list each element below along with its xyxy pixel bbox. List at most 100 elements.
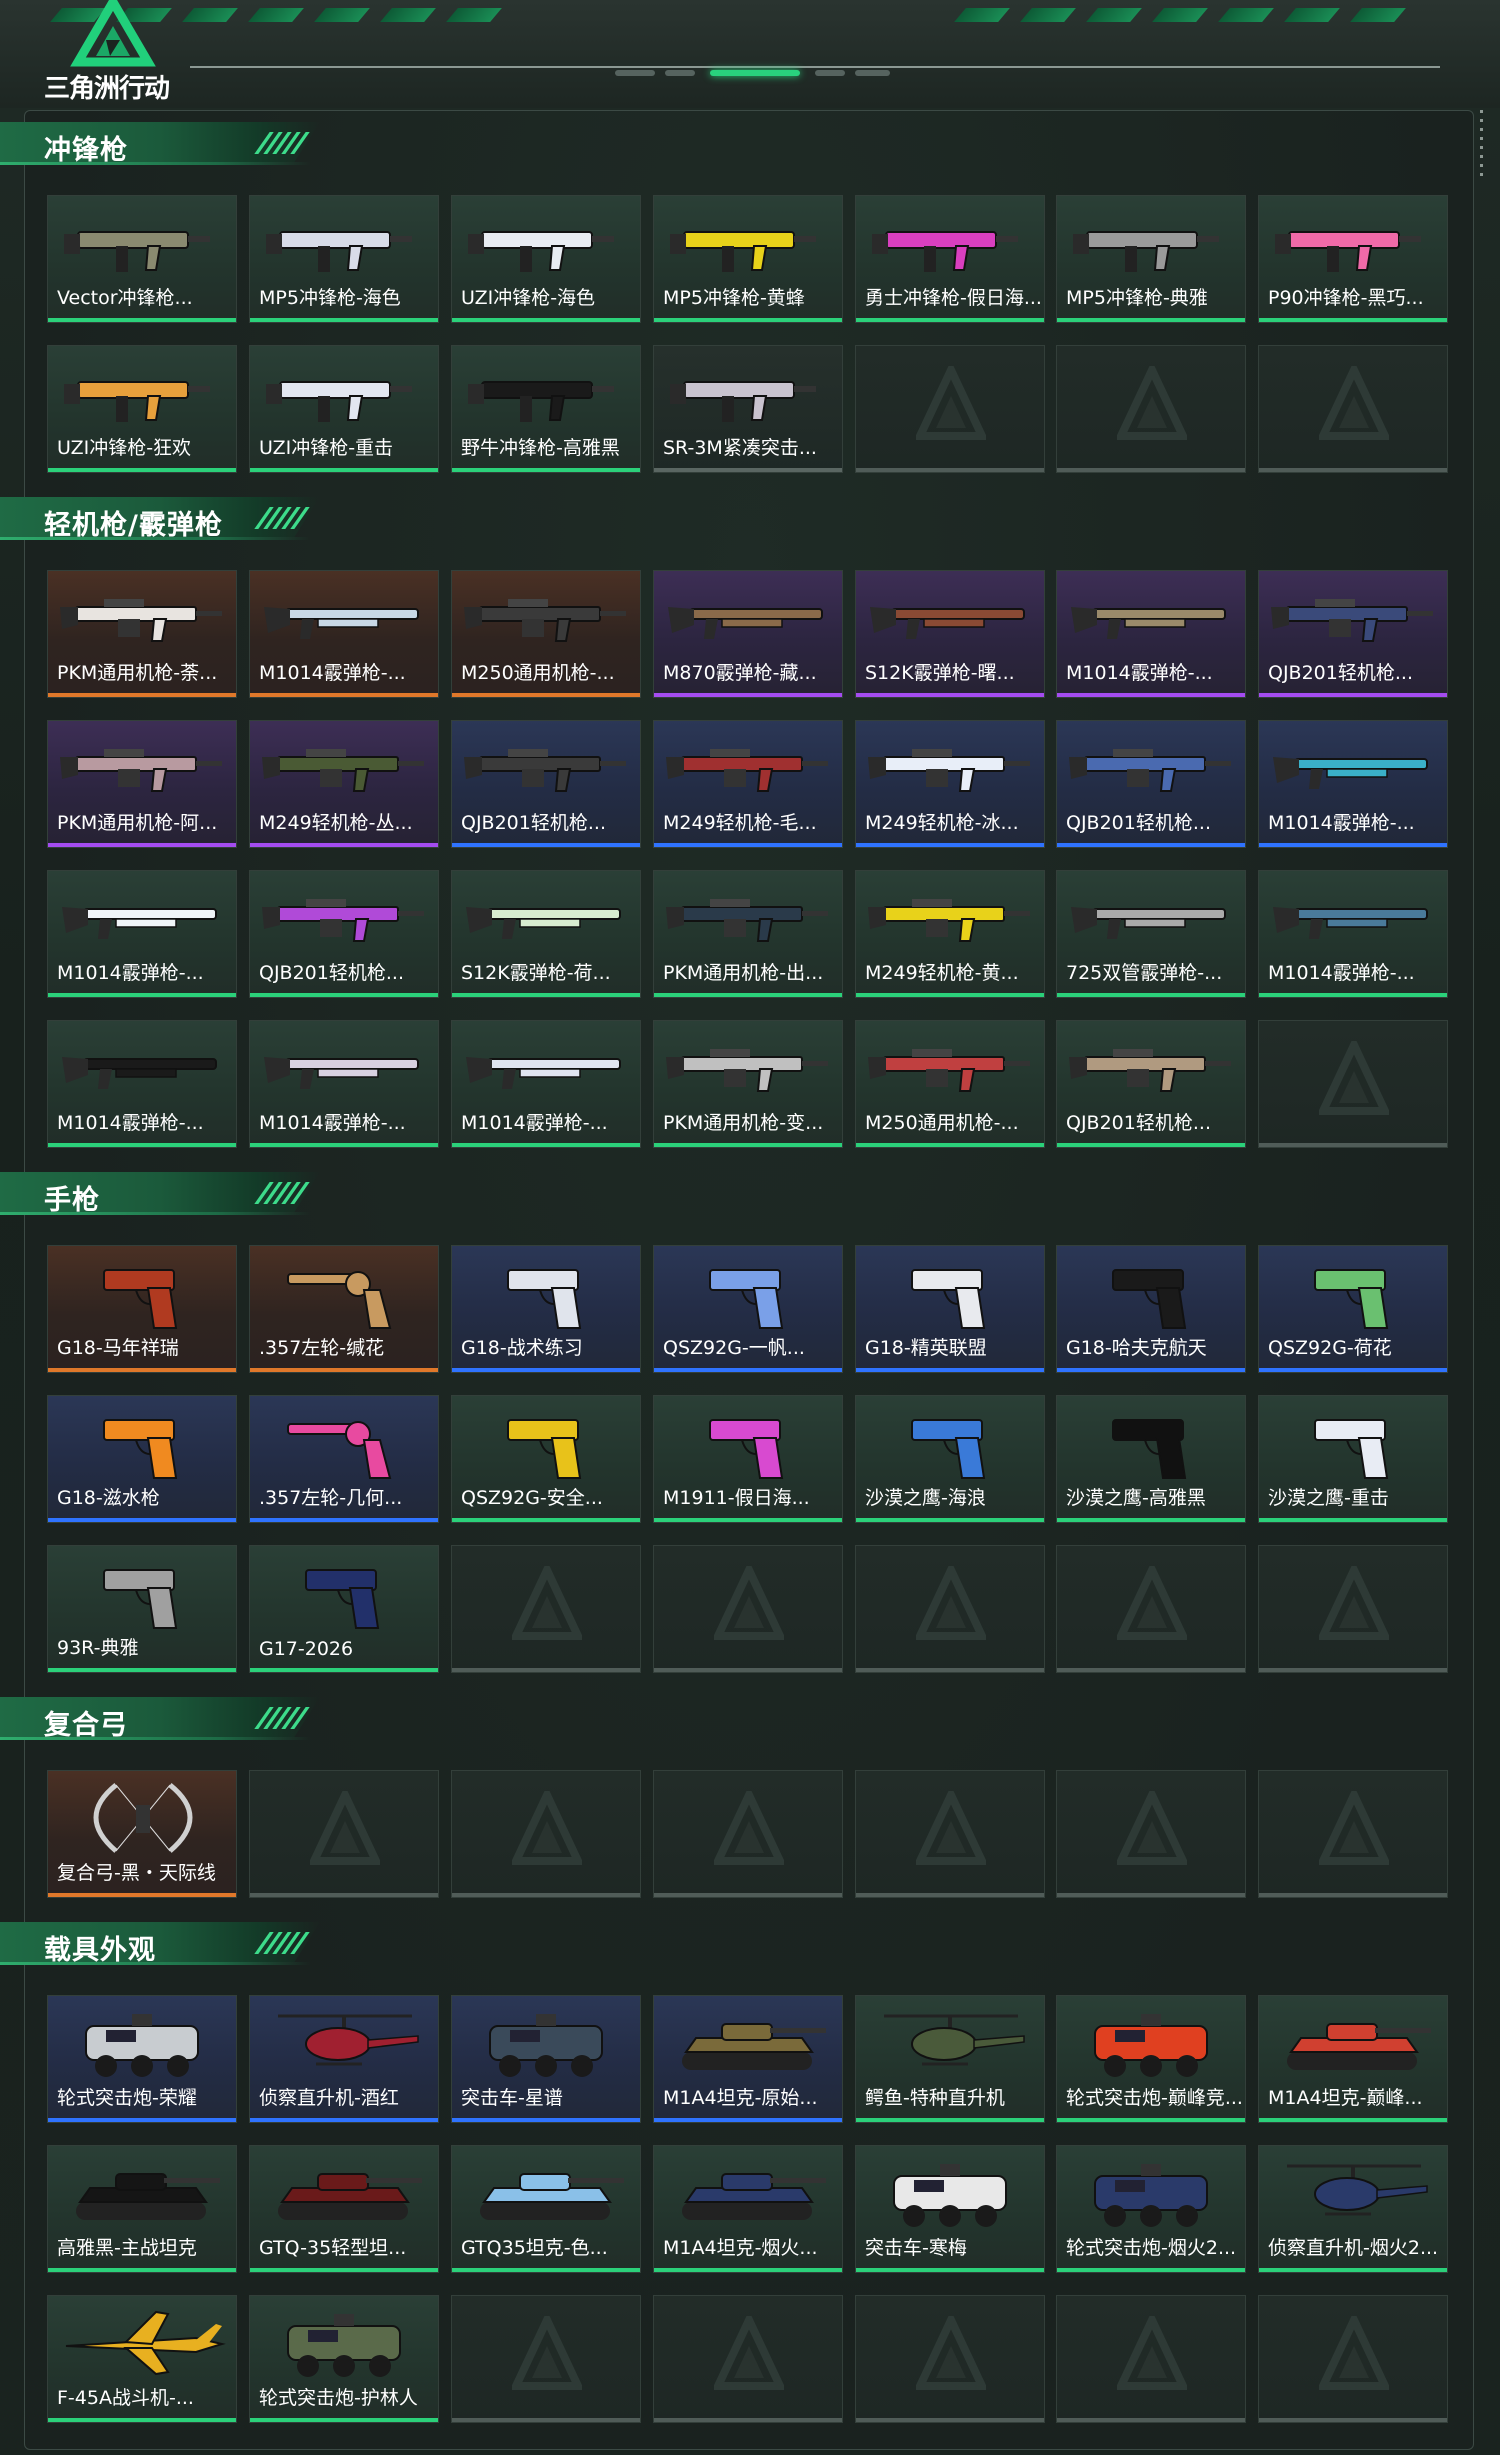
skin-tile[interactable]: .357左轮-缄花 (249, 1245, 439, 1373)
skin-tile[interactable]: M250通用机枪-... (451, 570, 641, 698)
placeholder-logo-icon (1316, 1785, 1392, 1865)
skin-tile[interactable]: 沙漠之鹰-高雅黑 (1056, 1395, 1246, 1523)
skin-tile[interactable]: PKM通用机枪-出... (653, 870, 843, 998)
empty-slot (1056, 345, 1246, 473)
skin-tile[interactable]: M1014霰弹枪-... (1056, 570, 1246, 698)
skin-tile[interactable]: MP5冲锋枪-黄蜂 (653, 195, 843, 323)
skin-tile[interactable]: Vector冲锋枪... (47, 195, 237, 323)
skin-tile[interactable]: S12K霰弹枪-荷... (451, 870, 641, 998)
skin-tile[interactable]: 轮式突击炮-烟火2... (1056, 2145, 1246, 2273)
skin-tile[interactable]: QJB201轻机枪... (1258, 570, 1448, 698)
skin-tile[interactable]: UZI冲锋枪-狂欢 (47, 345, 237, 473)
skin-name: 轮式突击炮-巅峰竞... (1066, 2087, 1241, 2109)
skin-name: GTQ-35轻型坦... (259, 2237, 407, 2259)
skin-tile[interactable]: G18-哈夫克航天 (1056, 1245, 1246, 1373)
skin-tile[interactable]: 轮式突击炮-荣耀 (47, 1995, 237, 2123)
scroll-indicator[interactable] (1480, 110, 1484, 180)
skin-name: 沙漠之鹰-重击 (1268, 1487, 1389, 1509)
skin-tile[interactable]: G17-2026 (249, 1545, 439, 1673)
rarity-bar (452, 2418, 640, 2422)
rarity-bar (1057, 693, 1245, 697)
skin-tile[interactable]: M1A4坦克-原始... (653, 1995, 843, 2123)
skin-tile[interactable]: M1A4坦克-巅峰... (1258, 1995, 1448, 2123)
skin-tile[interactable]: QJB201轻机枪... (1056, 1020, 1246, 1148)
empty-slot (1258, 1545, 1448, 1673)
skin-tile[interactable]: G18-马年祥瑞 (47, 1245, 237, 1373)
skin-tile[interactable]: M249轻机枪-毛... (653, 720, 843, 848)
skin-tile[interactable]: M1A4坦克-烟火... (653, 2145, 843, 2273)
skin-tile[interactable]: 93R-典雅 (47, 1545, 237, 1673)
skin-tile[interactable]: MP5冲锋枪-典雅 (1056, 195, 1246, 323)
skin-tile[interactable]: UZI冲锋枪-重击 (249, 345, 439, 473)
skin-tile[interactable]: MP5冲锋枪-海色 (249, 195, 439, 323)
skin-tile[interactable]: S12K霰弹枪-曙... (855, 570, 1045, 698)
skin-tile[interactable]: PKM通用机枪-荼... (47, 570, 237, 698)
skin-name: QJB201轻机枪... (259, 962, 404, 984)
skin-tile[interactable]: 勇士冲锋枪-假日海... (855, 195, 1045, 323)
skin-tile[interactable]: M1014霰弹枪-... (451, 1020, 641, 1148)
rarity-bar (1057, 843, 1245, 847)
skin-tile[interactable]: 侦察直升机-酒红 (249, 1995, 439, 2123)
empty-slot (855, 345, 1045, 473)
skin-tile[interactable]: QSZ92G-荷花 (1258, 1245, 1448, 1373)
skin-tile[interactable]: GTQ35坦克-色... (451, 2145, 641, 2273)
rarity-bar (1259, 2118, 1447, 2122)
skin-tile[interactable]: M1014霰弹枪-... (47, 1020, 237, 1148)
skin-tile[interactable]: P90冲锋枪-黑巧... (1258, 195, 1448, 323)
skin-name: M249轻机枪-丛... (259, 812, 413, 834)
skin-tile[interactable]: QJB201轻机枪... (451, 720, 641, 848)
skin-tile[interactable]: M870霰弹枪-藏... (653, 570, 843, 698)
skin-tile[interactable]: F-45A战斗机-... (47, 2295, 237, 2423)
skin-tile[interactable]: M249轻机枪-黄... (855, 870, 1045, 998)
skin-tile[interactable]: QJB201轻机枪... (249, 870, 439, 998)
skin-tile[interactable]: 野牛冲锋枪-高雅黑 (451, 345, 641, 473)
skin-tile[interactable]: 轮式突击炮-巅峰竞... (1056, 1995, 1246, 2123)
rarity-bar (452, 318, 640, 322)
skin-name: M1014霰弹枪-... (259, 662, 406, 684)
skin-tile[interactable]: M1014霰弹枪-... (249, 570, 439, 698)
skin-name: 勇士冲锋枪-假日海... (865, 287, 1040, 309)
skin-tile[interactable]: M249轻机枪-丛... (249, 720, 439, 848)
skin-tile[interactable]: 高雅黑-主战坦克 (47, 2145, 237, 2273)
smg-icon (662, 202, 836, 284)
rarity-bar (1057, 318, 1245, 322)
lmg-icon (258, 877, 432, 959)
smg-icon (662, 352, 836, 434)
skin-tile[interactable]: 突击车-星谱 (451, 1995, 641, 2123)
skin-tile[interactable]: M1014霰弹枪-... (249, 1020, 439, 1148)
skin-tile[interactable]: M250通用机枪-... (855, 1020, 1045, 1148)
skin-tile[interactable]: 侦察直升机-烟火2... (1258, 2145, 1448, 2273)
rarity-bar (856, 2418, 1044, 2422)
skin-tile[interactable]: SR-3M紧凑突击... (653, 345, 843, 473)
skin-tile[interactable]: UZI冲锋枪-海色 (451, 195, 641, 323)
skin-tile[interactable]: G18-滋水枪 (47, 1395, 237, 1523)
skin-tile[interactable]: 突击车-寒梅 (855, 2145, 1045, 2273)
skin-tile[interactable]: QJB201轻机枪... (1056, 720, 1246, 848)
rarity-bar (48, 1368, 236, 1372)
skin-tile[interactable]: 复合弓-黑・天际线 (47, 1770, 237, 1898)
skin-name: M1014霰弹枪-... (57, 962, 204, 984)
skin-tile[interactable]: 鳄鱼-特种直升机 (855, 1995, 1045, 2123)
tank-icon (662, 2152, 836, 2234)
smg-icon (460, 352, 634, 434)
skin-tile[interactable]: GTQ-35轻型坦... (249, 2145, 439, 2273)
skin-tile[interactable]: 沙漠之鹰-海浪 (855, 1395, 1045, 1523)
skin-tile[interactable]: QSZ92G-一帆... (653, 1245, 843, 1373)
skin-tile[interactable]: QSZ92G-安全... (451, 1395, 641, 1523)
skin-tile[interactable]: PKM通用机枪-变... (653, 1020, 843, 1148)
skin-tile[interactable]: G18-精英联盟 (855, 1245, 1045, 1373)
skin-tile[interactable]: G18-战术练习 (451, 1245, 641, 1373)
shotgun-icon (258, 1027, 432, 1109)
placeholder-logo-icon (711, 1560, 787, 1640)
skin-tile[interactable]: M1911-假日海... (653, 1395, 843, 1523)
skin-tile[interactable]: M1014霰弹枪-... (47, 870, 237, 998)
skin-tile[interactable]: .357左轮-几何... (249, 1395, 439, 1523)
skin-tile[interactable]: M1014霰弹枪-... (1258, 870, 1448, 998)
skin-tile[interactable]: M249轻机枪-冰... (855, 720, 1045, 848)
skin-tile[interactable]: M1014霰弹枪-... (1258, 720, 1448, 848)
skin-tile[interactable]: PKM通用机枪-阿... (47, 720, 237, 848)
skin-tile[interactable]: 轮式突击炮-护林人 (249, 2295, 439, 2423)
skin-tile[interactable]: 725双管霰弹枪-... (1056, 870, 1246, 998)
skin-name: M870霰弹枪-藏... (663, 662, 817, 684)
skin-tile[interactable]: 沙漠之鹰-重击 (1258, 1395, 1448, 1523)
